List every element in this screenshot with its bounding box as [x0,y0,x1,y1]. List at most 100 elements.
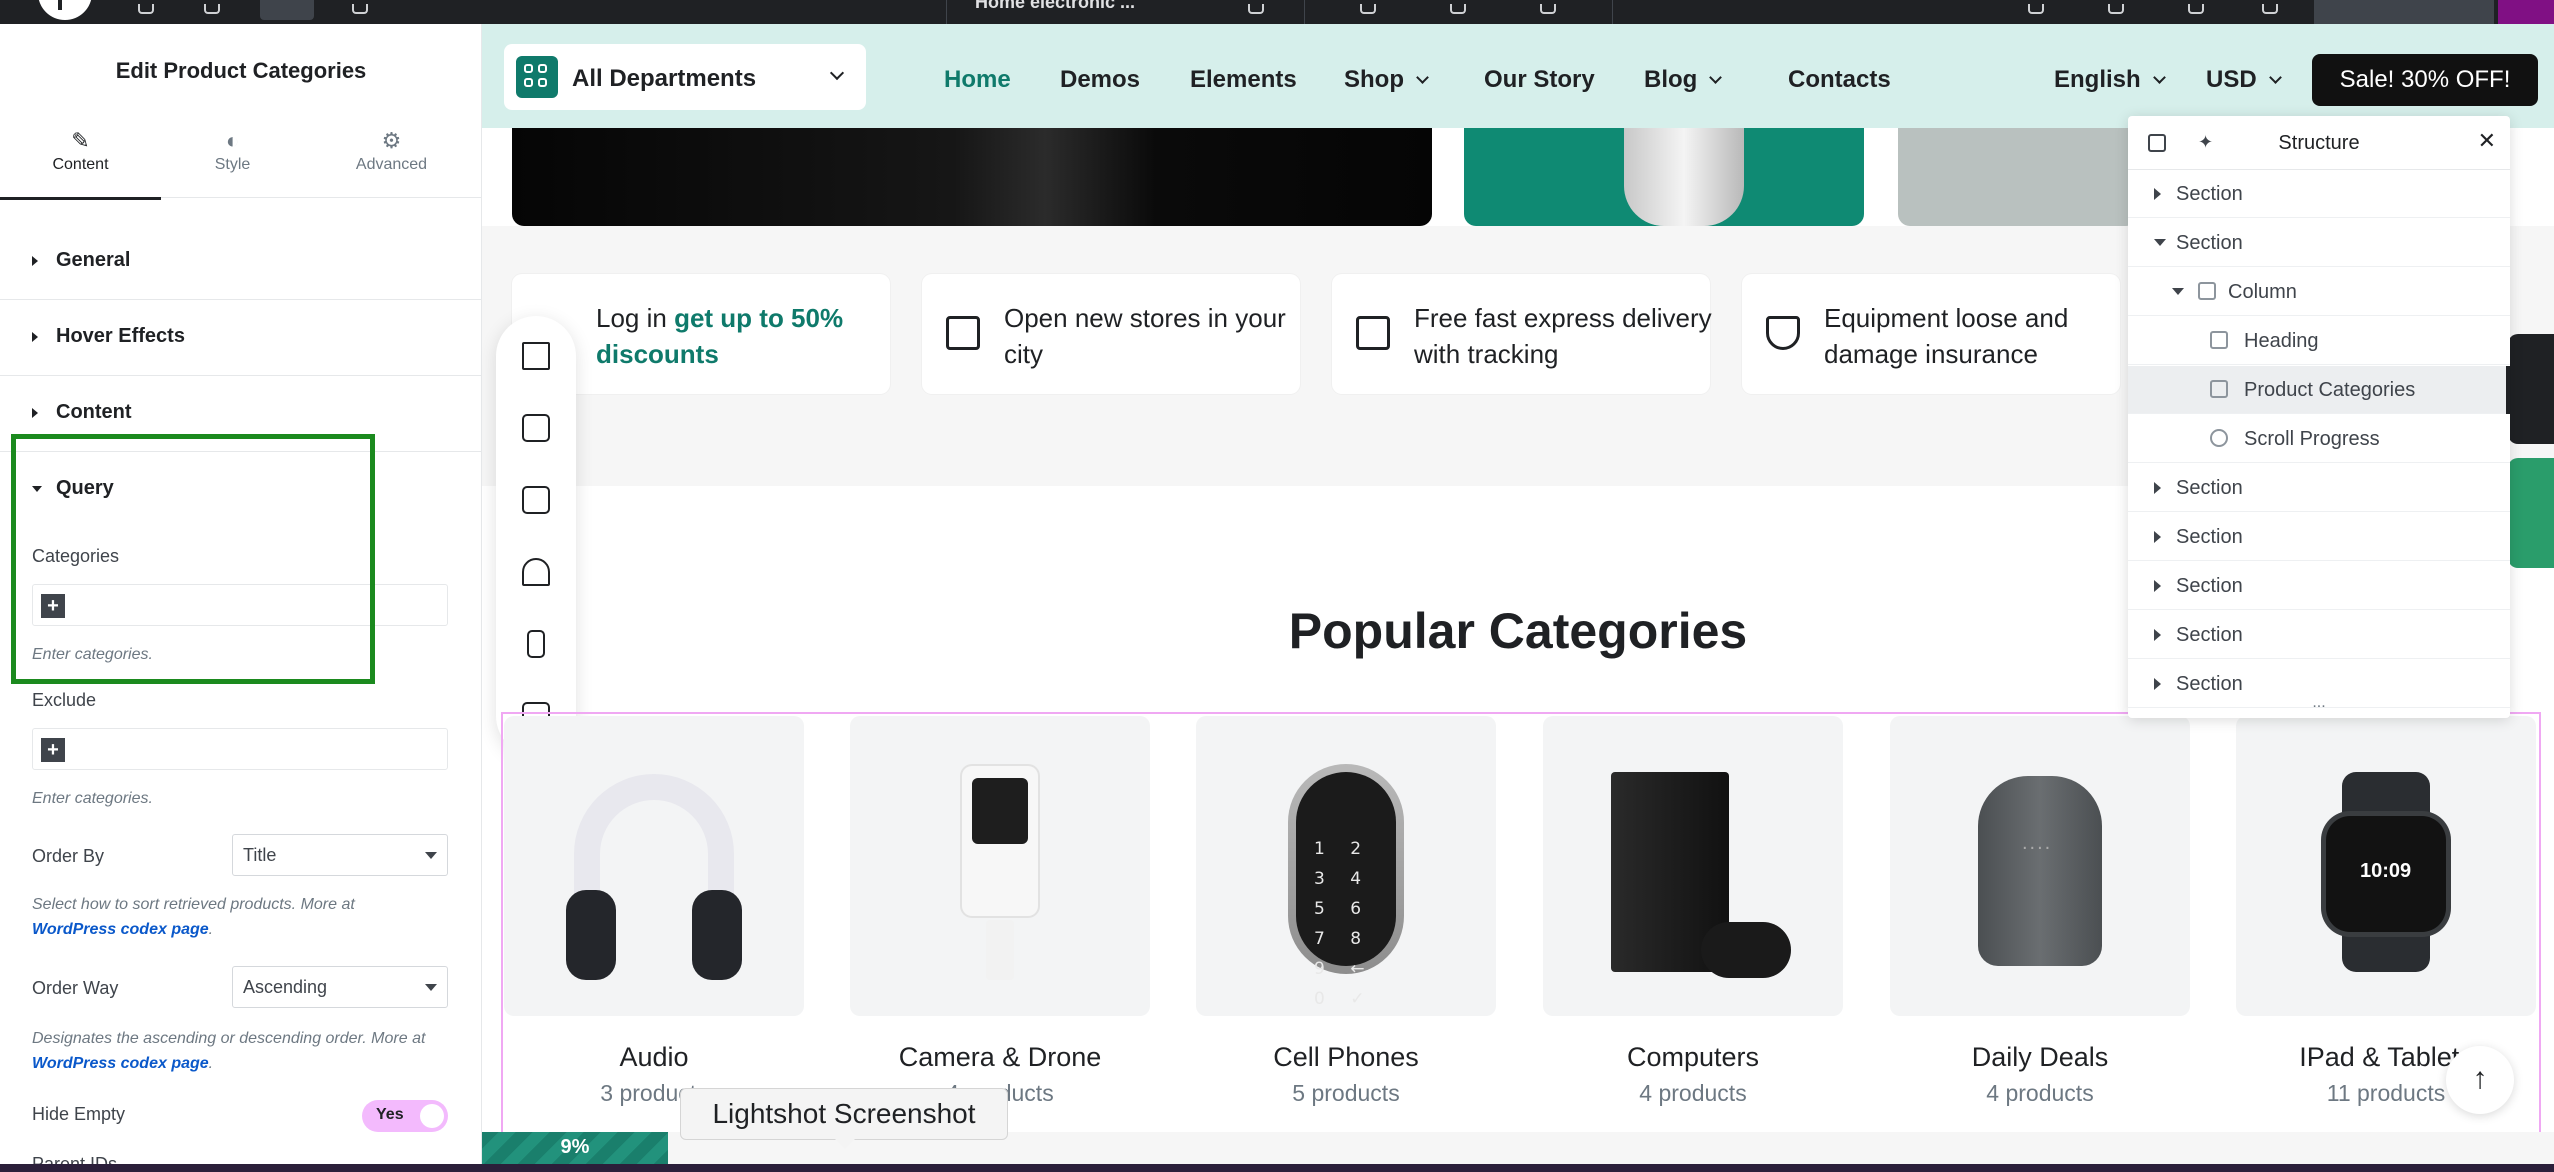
hero-side-image[interactable] [1898,128,2138,226]
side-floating-button[interactable] [2508,334,2554,444]
order-way-select[interactable]: Ascending [232,966,448,1008]
tab-content[interactable]: ✎ Content [0,112,161,200]
audio-wave-icon[interactable] [522,342,550,370]
smart-speaker-image [1978,776,2102,966]
caret-right-icon[interactable] [2154,580,2161,592]
structure-row-product-categories[interactable]: Product Categories [2128,366,2510,414]
currency-dropdown[interactable]: USD [2206,66,2282,94]
category-count: 4 products [1986,1080,2094,1106]
console-image [1611,772,1791,978]
side-floating-button-green[interactable] [2508,458,2554,568]
camera-image [962,766,1038,980]
mobile-view-icon[interactable] [1540,4,1556,14]
section-hover-effects[interactable]: Hover Effects [0,300,482,376]
tablet-view-icon[interactable] [1450,4,1466,14]
structure-row-column[interactable]: Column [2128,268,2510,316]
caret-right-icon[interactable] [2154,531,2161,543]
smartwatch-image: 10:09 [2302,772,2470,972]
structure-row-section[interactable]: Section [2128,219,2510,267]
elementor-logo-icon[interactable] [38,0,92,20]
floating-category-bar [496,316,576,756]
preview-icon[interactable] [2028,4,2044,14]
hide-empty-toggle[interactable]: Yes [362,1100,448,1132]
category-card-camera[interactable] [850,716,1150,1016]
shield-check-icon [1766,316,1800,350]
chevron-down-icon [2268,71,2282,84]
close-icon[interactable]: ✕ [2478,128,2496,154]
structure-row-section[interactable]: Section [2128,513,2510,561]
order-way-help: Designates the ascending or descending o… [32,1030,426,1072]
category-name[interactable]: Camera & Drone [850,1042,1150,1073]
add-element-icon[interactable] [138,4,154,14]
chevron-down-icon [829,65,845,81]
publish-options-button[interactable] [2498,0,2554,24]
nav-home[interactable]: Home [944,66,1011,94]
add-exclude-button[interactable]: + [41,738,65,762]
structure-more-icon[interactable]: ... [2128,694,2510,712]
language-dropdown[interactable]: English [2054,66,2166,94]
tab-advanced[interactable]: ⚙ Advanced [311,112,472,198]
category-name[interactable]: Cell Phones [1196,1042,1496,1073]
publish-button[interactable] [2314,0,2494,24]
video-camera-icon[interactable] [522,486,550,514]
exclude-input[interactable]: + [32,728,448,770]
category-card-cell-phones[interactable]: 1 2 3 4 5 6 7 8 9 ← 0 ✓ [1196,716,1496,1016]
camping-icon[interactable] [522,558,550,586]
caret-down-icon[interactable] [2154,239,2166,246]
home-devices-icon[interactable] [522,414,550,442]
section-general[interactable]: General [0,224,482,300]
category-count: 4 products [1639,1080,1747,1106]
category-card-ipad[interactable]: 10:09 [2236,716,2536,1016]
all-departments-dropdown[interactable]: All Departments [504,44,866,110]
page-settings-icon[interactable] [1248,4,1264,14]
category-card-audio[interactable] [504,716,804,1016]
structure-row-scroll-progress[interactable]: Scroll Progress [2128,415,2510,463]
panel-title: Edit Product Categories [115,58,367,83]
category-card-computers[interactable] [1543,716,1843,1016]
nav-blog[interactable]: Blog [1644,66,1723,94]
history-icon[interactable] [2262,4,2278,14]
search-icon[interactable] [2108,4,2124,14]
order-by-select[interactable]: Title [232,834,448,876]
feature-card-insurance[interactable]: Equipment loose and damage insurance [1742,274,2120,394]
feature-card-stores[interactable]: Open new stores in your city [922,274,1300,394]
nav-demos[interactable]: Demos [1060,66,1140,94]
caret-right-icon[interactable] [2154,482,2161,494]
truck-icon [1356,316,1390,350]
document-title[interactable]: Home electronic ... [975,0,1135,13]
scroll-to-top-button[interactable]: ↑ [2446,1046,2514,1114]
hero-banner-image[interactable] [512,128,1432,226]
help-icon[interactable] [2188,4,2204,14]
order-by-codex-link[interactable]: WordPress codex page [32,921,209,938]
nav-contacts[interactable]: Contacts [1788,66,1891,94]
site-settings-icon[interactable] [204,4,220,14]
caret-right-icon[interactable] [2154,678,2161,690]
desktop-view-icon[interactable] [1360,4,1376,14]
store-icon [946,316,980,350]
caret-down-icon[interactable] [2172,288,2184,295]
feature-card-delivery[interactable]: Free fast express delivery with tracking [1332,274,1712,394]
category-card-daily-deals[interactable] [1890,716,2190,1016]
structure-row-section[interactable]: Section [2128,464,2510,512]
structure-row-section[interactable]: Section [2128,562,2510,610]
order-way-codex-link[interactable]: WordPress codex page [32,1055,209,1072]
structure-row-heading[interactable]: Heading [2128,317,2510,365]
nav-shop[interactable]: Shop [1344,66,1429,94]
caret-right-icon[interactable] [2154,188,2161,200]
category-name[interactable]: Computers [1543,1042,1843,1073]
sale-button[interactable]: Sale! 30% OFF! [2312,54,2538,106]
category-name[interactable]: Daily Deals [1890,1042,2190,1073]
structure-row-section[interactable]: Section [2128,611,2510,659]
notes-icon[interactable] [352,4,368,14]
nav-our-story[interactable]: Our Story [1484,66,1595,94]
nav-elements[interactable]: Elements [1190,66,1297,94]
exclude-help: Enter categories. [32,790,153,807]
contrast-icon: ◐ [225,128,240,153]
caret-right-icon [32,256,38,266]
structure-toggle-icon[interactable] [260,0,314,20]
tab-style[interactable]: ◐ Style [152,112,313,198]
hero-product-image[interactable] [1464,128,1864,226]
structure-row-section[interactable]: Section [2128,170,2510,218]
category-name[interactable]: Audio [504,1042,804,1073]
caret-right-icon[interactable] [2154,629,2161,641]
